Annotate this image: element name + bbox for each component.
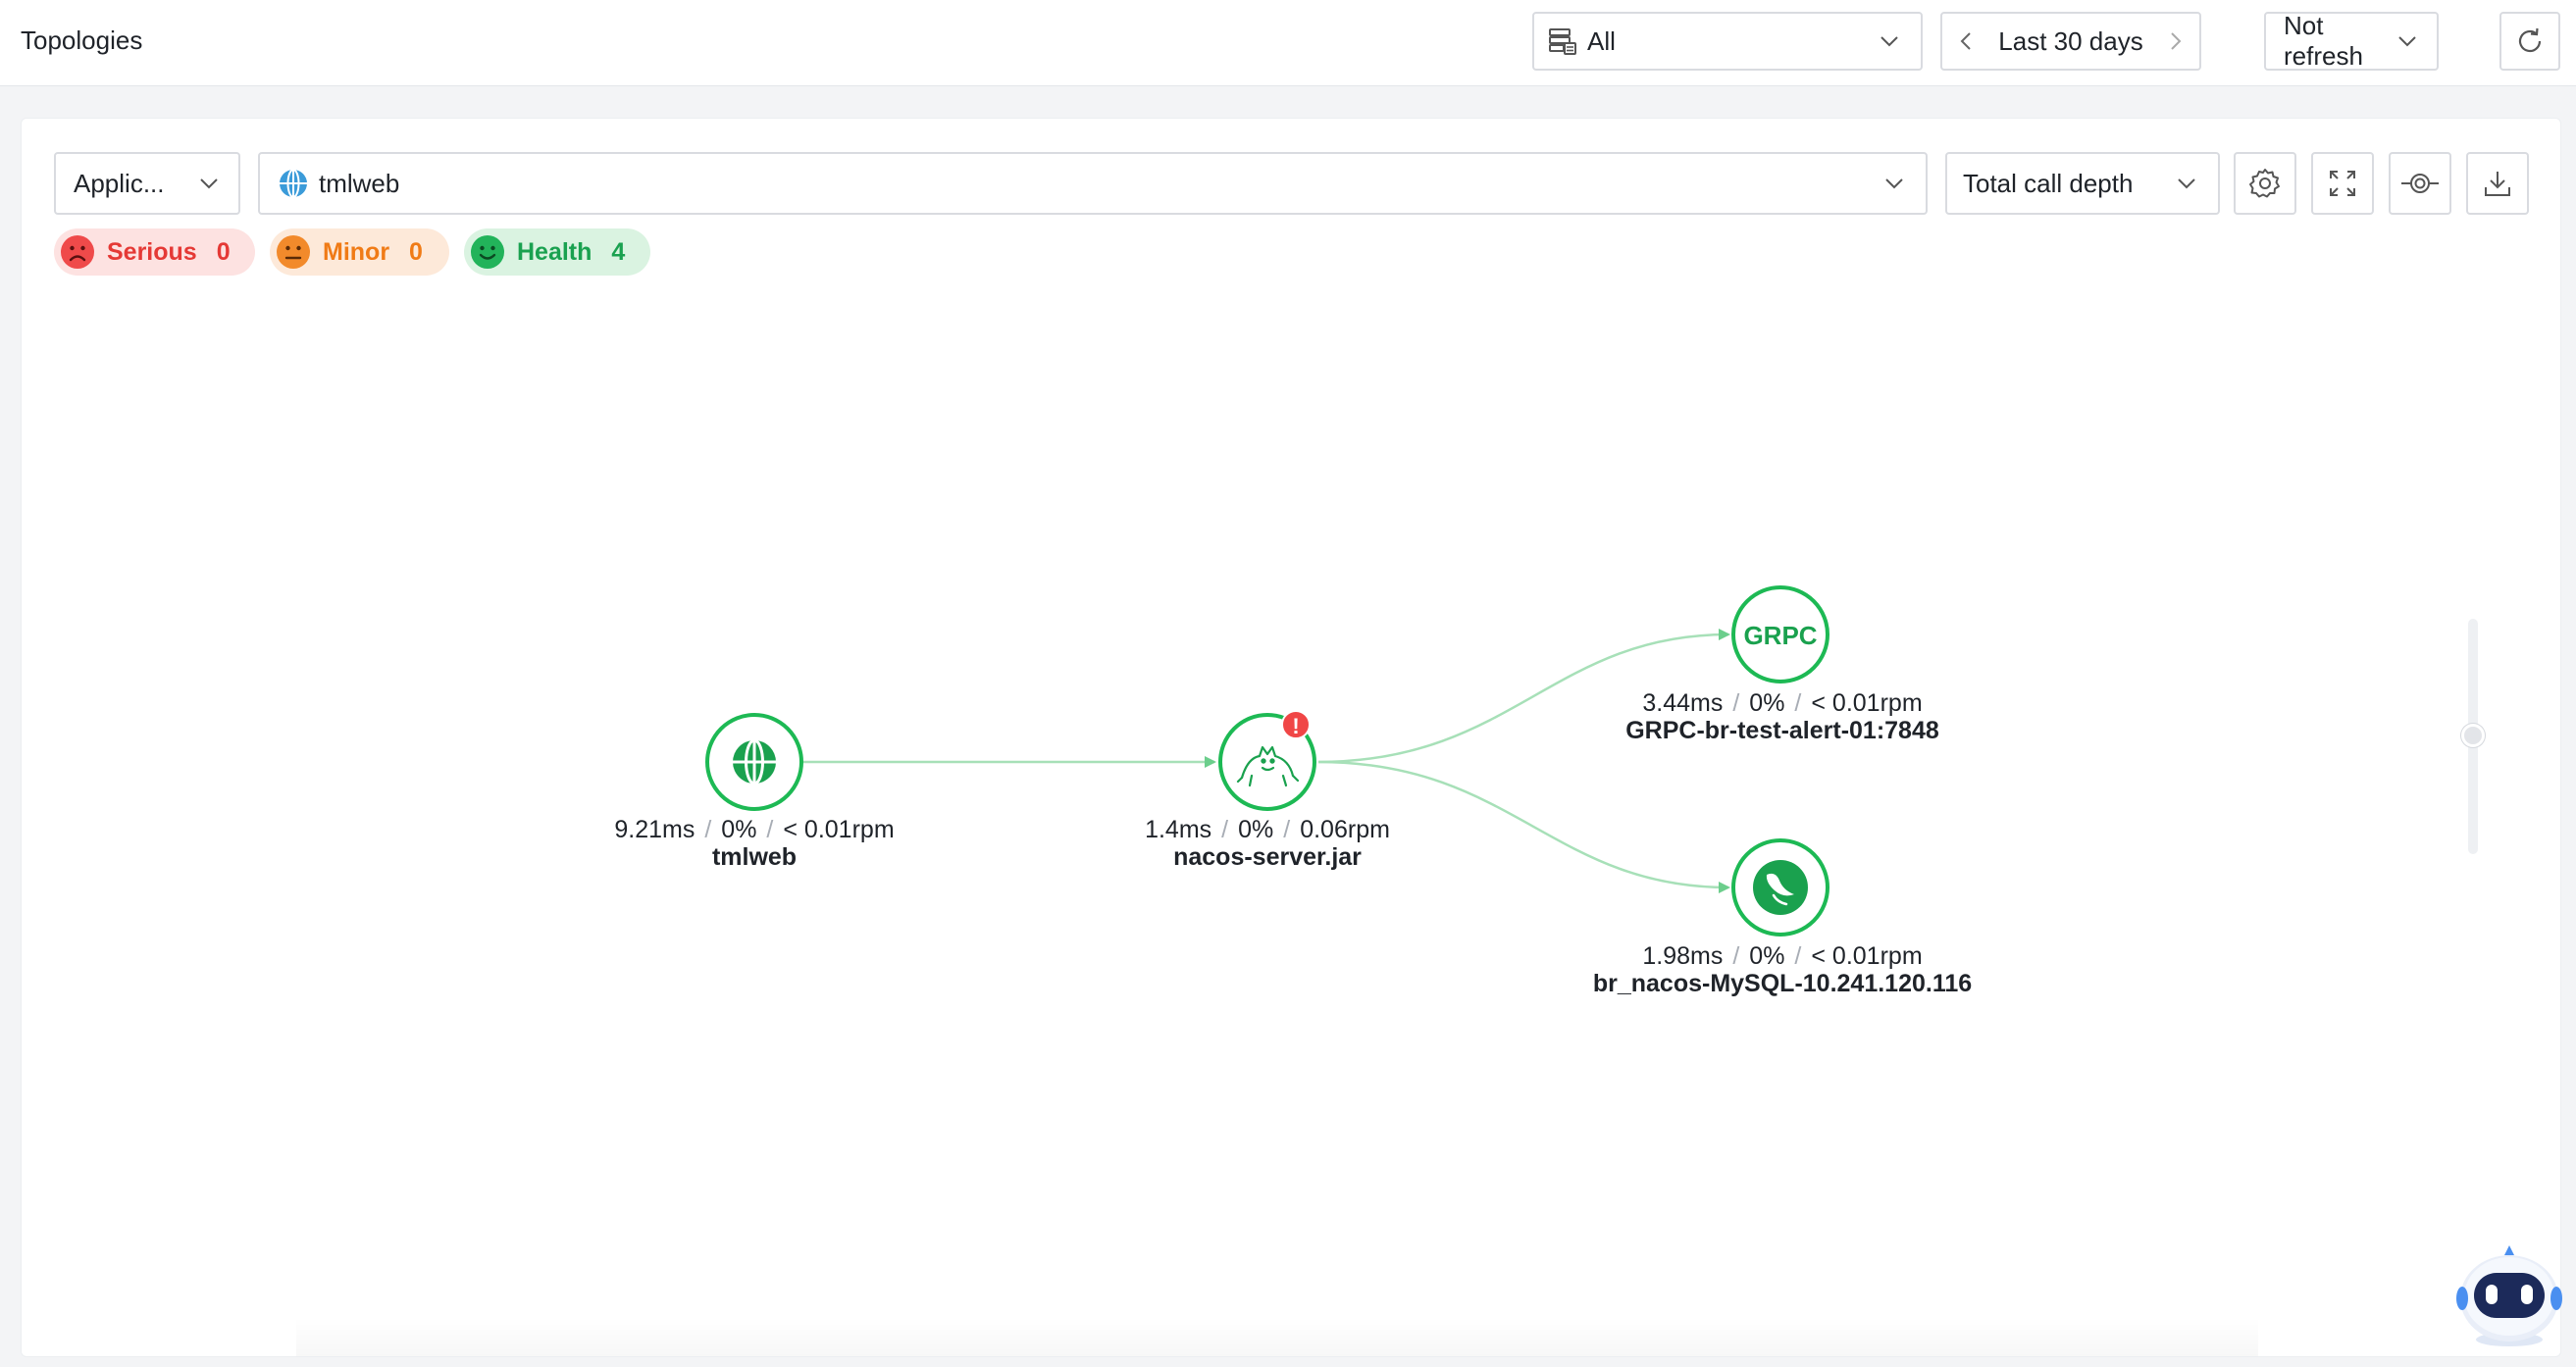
time-range-picker[interactable]: Last 30 days [1940, 12, 2201, 71]
page-title: Topologies [21, 25, 143, 55]
node-name-mysql[interactable]: br_nacos-MySQL-10.241.120.116 [1593, 970, 1972, 998]
database-icon [1549, 28, 1576, 55]
node-name-nacos[interactable]: nacos-server.jar [1173, 843, 1362, 872]
latency-value: 1.98ms [1642, 942, 1724, 970]
node-mysql[interactable] [1731, 838, 1829, 937]
reload-button[interactable] [2499, 12, 2560, 71]
zoom-slider-handle[interactable] [2461, 724, 2485, 747]
node-stats-nacos: 1.4ms/0%/0.06rpm [1145, 816, 1390, 843]
grpc-icon: GRPC [1743, 621, 1817, 650]
latency-value: 9.21ms [614, 816, 696, 843]
chevron-down-icon [2398, 36, 2416, 47]
error-rate-value: 0% [1749, 942, 1785, 970]
node-grpc[interactable]: GRPC [1731, 585, 1829, 684]
node-stats-grpc: 3.44ms/0% / < 0.01rpm [1642, 689, 1923, 717]
node-nacos-server[interactable]: ! [1218, 710, 1316, 811]
latency-value: 1.4ms [1145, 816, 1212, 843]
scope-label: All [1587, 25, 1616, 56]
throughput-value: < 0.01rpm [783, 816, 895, 843]
refresh-label: Not refresh [2284, 11, 2363, 71]
chevron-right-icon[interactable] [2164, 30, 2186, 52]
globe-icon [733, 738, 776, 785]
alert-badge[interactable]: ! [1281, 710, 1311, 739]
refresh-icon [2518, 27, 2542, 53]
throughput-value: < 0.01rpm [1811, 689, 1923, 717]
scope-select[interactable]: All [1532, 12, 1923, 71]
node-stats-tmlweb: 9.21ms/0% / < 0.01rpm [614, 816, 895, 843]
mysql-icon [1753, 860, 1808, 915]
svg-text:!: ! [1292, 714, 1299, 738]
throughput-value: < 0.01rpm [1811, 942, 1923, 970]
time-range-label: Last 30 days [1998, 25, 2143, 56]
panel-bottom-shadow [296, 1317, 2258, 1356]
error-rate-value: 0% [721, 816, 757, 843]
error-rate-value: 0% [1749, 689, 1785, 717]
latency-value: 3.44ms [1642, 689, 1724, 717]
assistant-robot-icon[interactable] [2452, 1238, 2566, 1351]
topology-panel: Applic... tmlweb Total call depth Seriou… [21, 118, 2561, 1357]
node-name-tmlweb[interactable]: tmlweb [712, 843, 797, 872]
node-tmlweb[interactable] [705, 713, 803, 811]
refresh-select[interactable]: Not refresh [2264, 11, 2439, 71]
throughput-value: 0.06rpm [1300, 816, 1390, 843]
error-rate-value: 0% [1238, 816, 1274, 843]
chevron-left-icon[interactable] [1956, 30, 1978, 52]
topology-canvas: ! GRPC [705, 585, 1829, 937]
top-bar: Topologies All Last 30 days Not refresh [0, 0, 2576, 86]
node-name-grpc[interactable]: GRPC-br-test-alert-01:7848 [1625, 717, 1939, 745]
topology-graph: ! GRPC 9.21ms/0% / < 0.01rpm tmlweb 1.4m… [22, 119, 2562, 1358]
chevron-down-icon [1880, 36, 1898, 47]
node-stats-mysql: 1.98ms/0% / < 0.01rpm [1642, 942, 1923, 970]
